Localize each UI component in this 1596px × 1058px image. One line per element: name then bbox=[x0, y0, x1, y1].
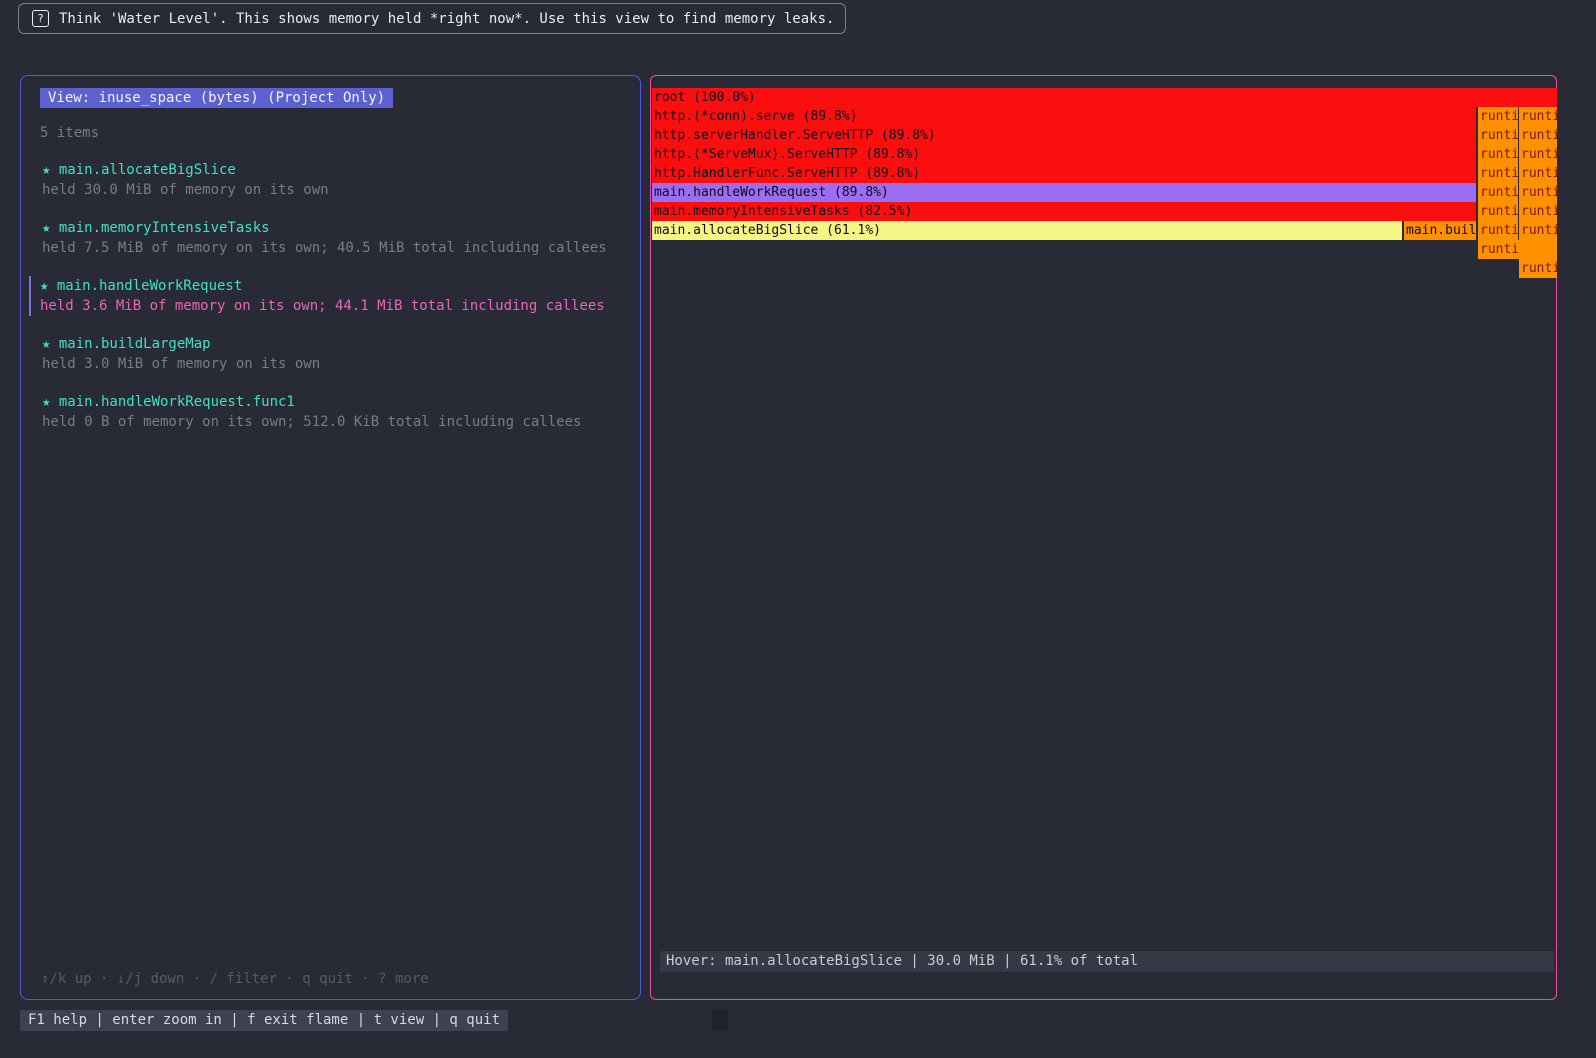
list-item[interactable]: ★ main.handleWorkRequest held 3.6 MiB of … bbox=[29, 276, 626, 316]
flame-row: root (100.0%) bbox=[652, 88, 1557, 107]
list-item-desc: held 3.6 MiB of memory on its own; 44.1 … bbox=[40, 298, 605, 314]
list-item-title: ★ main.handleWorkRequest bbox=[40, 278, 243, 294]
flame-frame[interactable]: runti bbox=[1519, 221, 1557, 240]
list-panel: View: inuse_space (bytes) (Project Only)… bbox=[20, 75, 641, 1000]
flame-frame[interactable]: http.(*conn).serve (89.8%) bbox=[652, 107, 1476, 126]
terminal-cursor bbox=[712, 1010, 728, 1031]
terminal-screen: ? Think 'Water Level'. This shows memory… bbox=[0, 0, 1596, 1058]
list-item-title: ★ main.handleWorkRequest.func1 bbox=[42, 394, 295, 410]
list-item[interactable]: ★ main.allocateBigSlice held 30.0 MiB of … bbox=[40, 160, 626, 200]
list-item-title: ★ main.memoryIntensiveTasks bbox=[42, 220, 270, 236]
flame-frame[interactable]: http.serverHandler.ServeHTTP (89.8%) bbox=[652, 126, 1476, 145]
flame-frame[interactable]: runti bbox=[1519, 202, 1557, 221]
flame-panel: root (100.0%) http.(*conn).serve (89.8%) r… bbox=[650, 75, 1557, 1000]
flame-frame[interactable]: runti bbox=[1519, 126, 1557, 145]
list-item-desc: held 30.0 MiB of memory on its own bbox=[42, 182, 329, 198]
flame-frame[interactable]: runti bbox=[1478, 164, 1518, 183]
flame-frame[interactable]: main.handleWorkRequest (89.8%) bbox=[652, 183, 1476, 202]
flame-frame[interactable]: runti bbox=[1519, 145, 1557, 164]
flame-row: http.HandlerFunc.ServeHTTP (89.8%) runti r… bbox=[652, 164, 1557, 183]
flame-row: http.(*ServeMux).ServeHTTP (89.8%) runti r… bbox=[652, 145, 1557, 164]
footer-keybar: F1 help | enter zoom in | f exit flame |… bbox=[20, 1010, 509, 1031]
hover-status: Hover: main.allocateBigSlice | 30.0 MiB … bbox=[660, 951, 1554, 972]
flame-frame[interactable]: runti bbox=[1519, 259, 1557, 278]
flame-frame[interactable]: main.memoryIntensiveTasks (82.5%) bbox=[652, 202, 1476, 221]
flame-row: http.serverHandler.ServeHTTP (89.8%) runt… bbox=[652, 126, 1557, 145]
flame-frame[interactable]: runti bbox=[1519, 107, 1557, 126]
flame-frame[interactable]: main.allocateBigSlice (61.1%) bbox=[652, 221, 1402, 240]
flame-frame[interactable]: runti bbox=[1519, 183, 1557, 202]
help-icon: ? bbox=[32, 10, 49, 27]
flame-row: runti bbox=[652, 240, 1557, 259]
flame-frame[interactable]: runti bbox=[1519, 164, 1557, 183]
flame-row: main.memoryIntensiveTasks (82.5%) runti ru… bbox=[652, 202, 1557, 221]
flame-frame[interactable]: main.buil bbox=[1404, 221, 1476, 240]
list-keybindings: ↑/k up · ↓/j down · / filter · q quit · … bbox=[41, 971, 429, 987]
list-item-desc: held 0 B of memory on its own; 512.0 KiB… bbox=[42, 414, 582, 430]
flame-frame[interactable]: runti bbox=[1478, 126, 1518, 145]
list-item[interactable]: ★ main.buildLargeMap held 3.0 MiB of memo… bbox=[40, 334, 626, 374]
flame-frame[interactable]: runti bbox=[1478, 107, 1518, 126]
list-item[interactable]: ★ main.handleWorkRequest.func1 held 0 B o… bbox=[40, 392, 626, 432]
help-banner-text: Think 'Water Level'. This shows memory h… bbox=[59, 10, 835, 27]
flame-frame[interactable]: http.(*ServeMux).ServeHTTP (89.8%) bbox=[652, 145, 1476, 164]
flame-row: main.allocateBigSlice (61.1%) main.buil ru… bbox=[652, 221, 1557, 240]
result-list: ★ main.allocateBigSlice held 30.0 MiB of … bbox=[29, 160, 626, 432]
flame-row: http.(*conn).serve (89.8%) runti runti bbox=[652, 107, 1557, 126]
flame-frame[interactable]: runti bbox=[1478, 183, 1518, 202]
flame-row: runti bbox=[652, 259, 1557, 278]
flame-frame[interactable]: http.HandlerFunc.ServeHTTP (89.8%) bbox=[652, 164, 1476, 183]
flame-row: main.handleWorkRequest (89.8%) runti runti bbox=[652, 183, 1557, 202]
list-item-desc: held 3.0 MiB of memory on its own bbox=[42, 356, 321, 372]
help-banner: ? Think 'Water Level'. This shows memory… bbox=[18, 3, 846, 34]
flame-frame[interactable]: runti bbox=[1478, 202, 1518, 221]
flame-frame[interactable]: root (100.0%) bbox=[652, 88, 1557, 107]
list-item[interactable]: ★ main.memoryIntensiveTasks held 7.5 MiB … bbox=[40, 218, 626, 258]
view-title: View: inuse_space (bytes) (Project Only) bbox=[40, 88, 394, 108]
flame-graph: root (100.0%) http.(*conn).serve (89.8%) r… bbox=[652, 88, 1557, 278]
flame-frame[interactable]: runti bbox=[1478, 240, 1557, 259]
list-item-title: ★ main.buildLargeMap bbox=[42, 336, 211, 352]
flame-frame[interactable]: runti bbox=[1478, 145, 1518, 164]
list-item-title: ★ main.allocateBigSlice bbox=[42, 162, 236, 178]
item-count: 5 items bbox=[40, 125, 100, 141]
list-item-desc: held 7.5 MiB of memory on its own; 40.5 … bbox=[42, 240, 607, 256]
flame-frame[interactable]: runti bbox=[1478, 221, 1518, 240]
